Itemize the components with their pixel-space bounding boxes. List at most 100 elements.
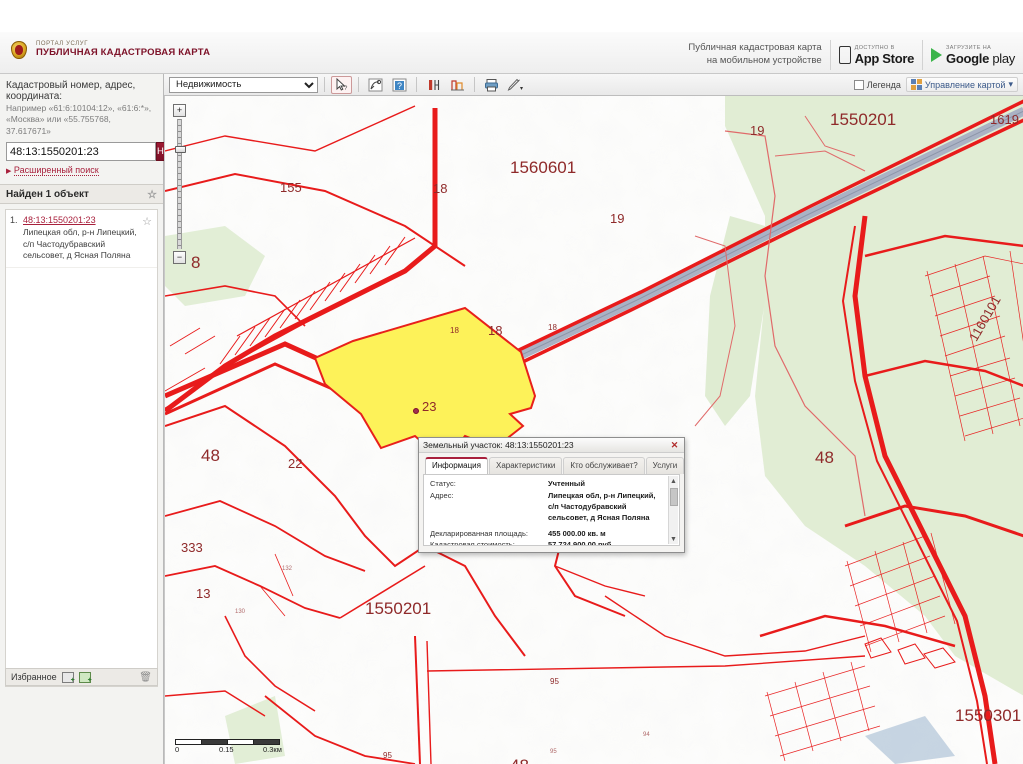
search-hint-example: Например «61:6:10104:12», «61:6:*», «Мос… <box>6 103 152 136</box>
measure-distance-icon <box>368 78 383 91</box>
result-cadastral-number[interactable]: 48:13:1550201:23 <box>23 215 138 225</box>
scale-bar: 0 0.15 0.3км <box>175 739 282 754</box>
tab-uslugi[interactable]: Услуги <box>645 457 685 474</box>
toolbar-divider <box>416 77 417 92</box>
row-label: Кадастровая стоимость: <box>430 540 515 546</box>
search-input[interactable] <box>6 142 156 162</box>
favorites-label: Избранное <box>11 672 57 682</box>
top-banner: ПОРТАЛ УСЛУГ ПУБЛИЧНАЯ КАДАСТРОВАЯ КАРТА… <box>0 0 1023 74</box>
google-play-badge[interactable]: Загрузите на Google play <box>922 40 1023 70</box>
application-window: ПОРТАЛ УСЛУГ ПУБЛИЧНАЯ КАДАСТРОВАЯ КАРТА… <box>0 0 1023 764</box>
zoom-slider-handle[interactable] <box>175 146 186 153</box>
zoom-out-button[interactable]: − <box>173 251 186 264</box>
google-play-label-1: Google <box>946 50 990 66</box>
info-row-cost: Кадастровая стоимость: 57 724 900.00 руб… <box>430 540 665 546</box>
measure-area-button[interactable] <box>423 76 444 94</box>
search-hint-title: Кадастровый номер, адрес, координата: <box>6 80 136 102</box>
toolbar-divider <box>474 77 475 92</box>
scale-end: 0.3км <box>263 745 282 754</box>
logo-title: ПУБЛИЧНАЯ КАДАСТРОВАЯ КАРТА <box>36 46 211 58</box>
scale-bar-labels: 0 0.15 0.3км <box>175 745 282 754</box>
scale-mid: 0.15 <box>219 745 234 754</box>
popup-scrollbar[interactable]: ▲ ▼ <box>668 476 678 544</box>
legend-label: Легенда <box>866 79 901 90</box>
map-control-dropdown[interactable]: Управление картой ▾ <box>905 77 1018 92</box>
scale-start: 0 <box>175 745 180 754</box>
tab-informaciya[interactable]: Информация <box>425 457 488 474</box>
bar-measure-icon <box>429 79 440 90</box>
row-value: 455 000.00 кв. м <box>548 528 606 538</box>
info-row-status: Статус: Учтенный <box>430 479 665 490</box>
info-building-icon: ? <box>392 78 407 91</box>
row-label: Адрес: <box>430 490 454 500</box>
cursor-icon: ? <box>336 77 348 92</box>
legend-checkbox[interactable]: Легенда <box>853 79 901 90</box>
left-sidebar: Кадастровый номер, адрес, координата: На… <box>0 74 186 764</box>
zoom-slider-track[interactable] <box>175 119 186 249</box>
map-toolbar: НедвижимостьТерриториальные зоныЗоны с о… <box>164 74 1023 96</box>
results-list: 1. 48:13:1550201:23 Липецкая обл, р-н Ли… <box>5 209 158 688</box>
print-button[interactable] <box>481 76 502 94</box>
map-control-label: Управление картой <box>924 79 1006 90</box>
promo-line-2: на мобильном устройстве <box>706 55 822 66</box>
build-tool-button[interactable] <box>447 76 468 94</box>
row-value: Учтенный <box>548 479 585 488</box>
app-store-badge[interactable]: Доступно в App Store <box>829 40 922 70</box>
row-label: Декларированная площадь: <box>430 528 528 538</box>
import-favorites-icon[interactable]: + <box>61 671 75 684</box>
google-play-label-2: play <box>989 50 1015 66</box>
export-favorites-icon[interactable]: + <box>78 671 92 684</box>
row-label: Статус: <box>430 479 456 488</box>
site-logo[interactable]: ПОРТАЛ УСЛУГ ПУБЛИЧНАЯ КАДАСТРОВАЯ КАРТА <box>8 38 210 62</box>
row-value: 57 724 900.00 руб. <box>548 540 614 546</box>
scrollbar-thumb[interactable] <box>670 488 678 506</box>
advanced-search-link[interactable]: ▶ Расширенный поиск <box>6 165 157 177</box>
object-info-button[interactable]: ? <box>389 76 410 94</box>
toolbar-divider <box>358 77 359 92</box>
row-value: Липецкая обл, р-н Липецкий, с/п Частодуб… <box>548 490 656 522</box>
advanced-search-label: Расширенный поиск <box>13 165 99 177</box>
zoom-control[interactable]: + − <box>173 104 188 264</box>
scroll-up-icon[interactable]: ▲ <box>669 476 678 486</box>
chevron-down-icon: ▾ <box>1008 79 1013 89</box>
svg-text:?: ? <box>397 81 402 91</box>
measure-distance-button[interactable] <box>365 76 386 94</box>
printer-icon <box>485 78 498 91</box>
promo-text: Публичная кадастровая карта на мобильном… <box>688 42 829 68</box>
tab-harakteristiki[interactable]: Характеристики <box>488 457 563 474</box>
info-row-address: Адрес: Липецкая обл, р-н Липецкий, с/п Ч… <box>430 491 665 524</box>
checkbox-box <box>853 79 864 90</box>
result-index: 1. <box>10 215 18 226</box>
list-item[interactable]: 1. 48:13:1550201:23 Липецкая обл, р-н Ли… <box>6 210 157 268</box>
svg-text:?: ? <box>344 86 348 92</box>
pencil-icon <box>507 78 523 91</box>
coat-of-arms-icon <box>8 38 30 62</box>
favorite-star-icon[interactable]: ☆ <box>142 215 152 261</box>
popup-content: Статус: Учтенный Адрес: Липецкая обл, р-… <box>423 474 680 546</box>
close-icon[interactable]: ✕ <box>669 440 680 451</box>
search-panel: Кадастровый номер, адрес, координата: На… <box>0 74 186 179</box>
toolbar-divider <box>324 77 325 92</box>
app-store-label: App Store <box>854 50 915 66</box>
favorites-bar: Избранное + + 🗑 <box>5 668 158 686</box>
select-tool-button[interactable]: ? <box>331 75 352 94</box>
add-all-favorites-icon[interactable]: ☆ <box>147 188 157 201</box>
draw-tool-button[interactable] <box>505 76 526 94</box>
mobile-app-promo: Публичная кадастровая карта на мобильном… <box>688 36 1023 74</box>
plot-build-icon <box>451 79 464 90</box>
apple-icon <box>838 46 851 64</box>
found-count-label: Найден 1 объект <box>6 188 89 200</box>
popup-titlebar: Земельный участок: 48:13:1550201:23 ✕ <box>419 438 684 453</box>
promo-line-1: Публичная кадастровая карта <box>688 42 822 54</box>
play-triangle-icon <box>931 48 943 62</box>
map-vector-layer <box>165 96 1023 764</box>
selected-object-marker <box>413 408 419 414</box>
popup-title: Земельный участок: 48:13:1550201:23 <box>423 440 574 450</box>
delete-favorites-icon[interactable]: 🗑 <box>139 672 152 683</box>
map-canvas[interactable]: + − 0 0.15 0.3км 1560601 1550201 1550201 15… <box>164 96 1023 764</box>
layer-select[interactable]: НедвижимостьТерриториальные зоныЗоны с о… <box>169 76 318 93</box>
zoom-in-button[interactable]: + <box>173 104 186 117</box>
object-info-popup[interactable]: Земельный участок: 48:13:1550201:23 ✕ Ин… <box>418 437 685 553</box>
tab-kto-obsluzhivaet[interactable]: Кто обслуживает? <box>563 457 645 474</box>
scroll-down-icon[interactable]: ▼ <box>669 534 678 544</box>
